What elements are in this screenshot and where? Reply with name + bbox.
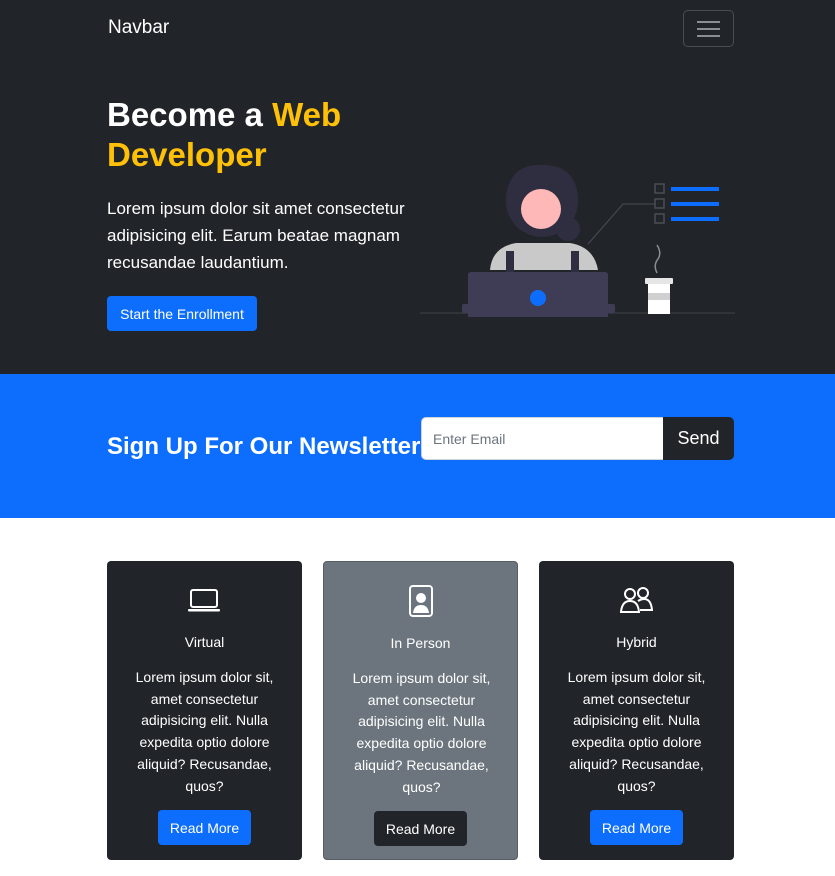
card-title: Virtual	[184, 634, 225, 650]
card-text: Lorem ipsum dolor sit, amet consectetur …	[352, 670, 491, 795]
read-more-button-hybrid[interactable]: Read More	[590, 810, 683, 845]
hero-section: Become a Web Developer Lorem ipsum dolor…	[0, 57, 835, 374]
navbar-brand[interactable]: Navbar	[108, 17, 169, 39]
people-icon	[619, 587, 653, 613]
navbar: Navbar	[0, 0, 835, 57]
laptop-icon	[188, 589, 220, 612]
hero-title: Become a Web Developer	[107, 95, 427, 175]
navbar-toggle-button[interactable]	[683, 10, 734, 47]
hero-title-accent-web: Web	[272, 96, 342, 133]
hero-description: Lorem ipsum dolor sit amet consectetur a…	[107, 199, 405, 272]
card-text: Lorem ipsum dolor sit, amet consectetur …	[135, 669, 274, 794]
hamburger-menu-icon	[697, 21, 720, 23]
card-title: Hybrid	[616, 634, 657, 650]
card-title: In Person	[390, 635, 451, 651]
hero-title-text: Become a	[107, 96, 263, 133]
newsletter-section: Sign Up For Our Newsletter Send	[0, 374, 835, 518]
send-button[interactable]: Send	[663, 417, 734, 460]
start-enrollment-button[interactable]: Start the Enrollment	[107, 296, 257, 331]
email-input[interactable]	[421, 417, 664, 460]
newsletter-title: Sign Up For Our Newsletter	[107, 433, 421, 460]
card-virtual: Virtual Lorem ipsum dolor sit, amet cons…	[107, 561, 302, 860]
hero-title-accent-developer: Developer	[107, 136, 267, 173]
developer-at-laptop-illustration	[420, 164, 735, 317]
person-badge-icon	[409, 585, 433, 617]
read-more-button-virtual[interactable]: Read More	[158, 810, 251, 845]
card-text: Lorem ipsum dolor sit, amet consectetur …	[567, 669, 706, 794]
card-in-person: In Person Lorem ipsum dolor sit, amet co…	[323, 561, 518, 860]
read-more-button-in-person[interactable]: Read More	[374, 811, 467, 846]
card-hybrid: Hybrid Lorem ipsum dolor sit, amet conse…	[539, 561, 734, 860]
